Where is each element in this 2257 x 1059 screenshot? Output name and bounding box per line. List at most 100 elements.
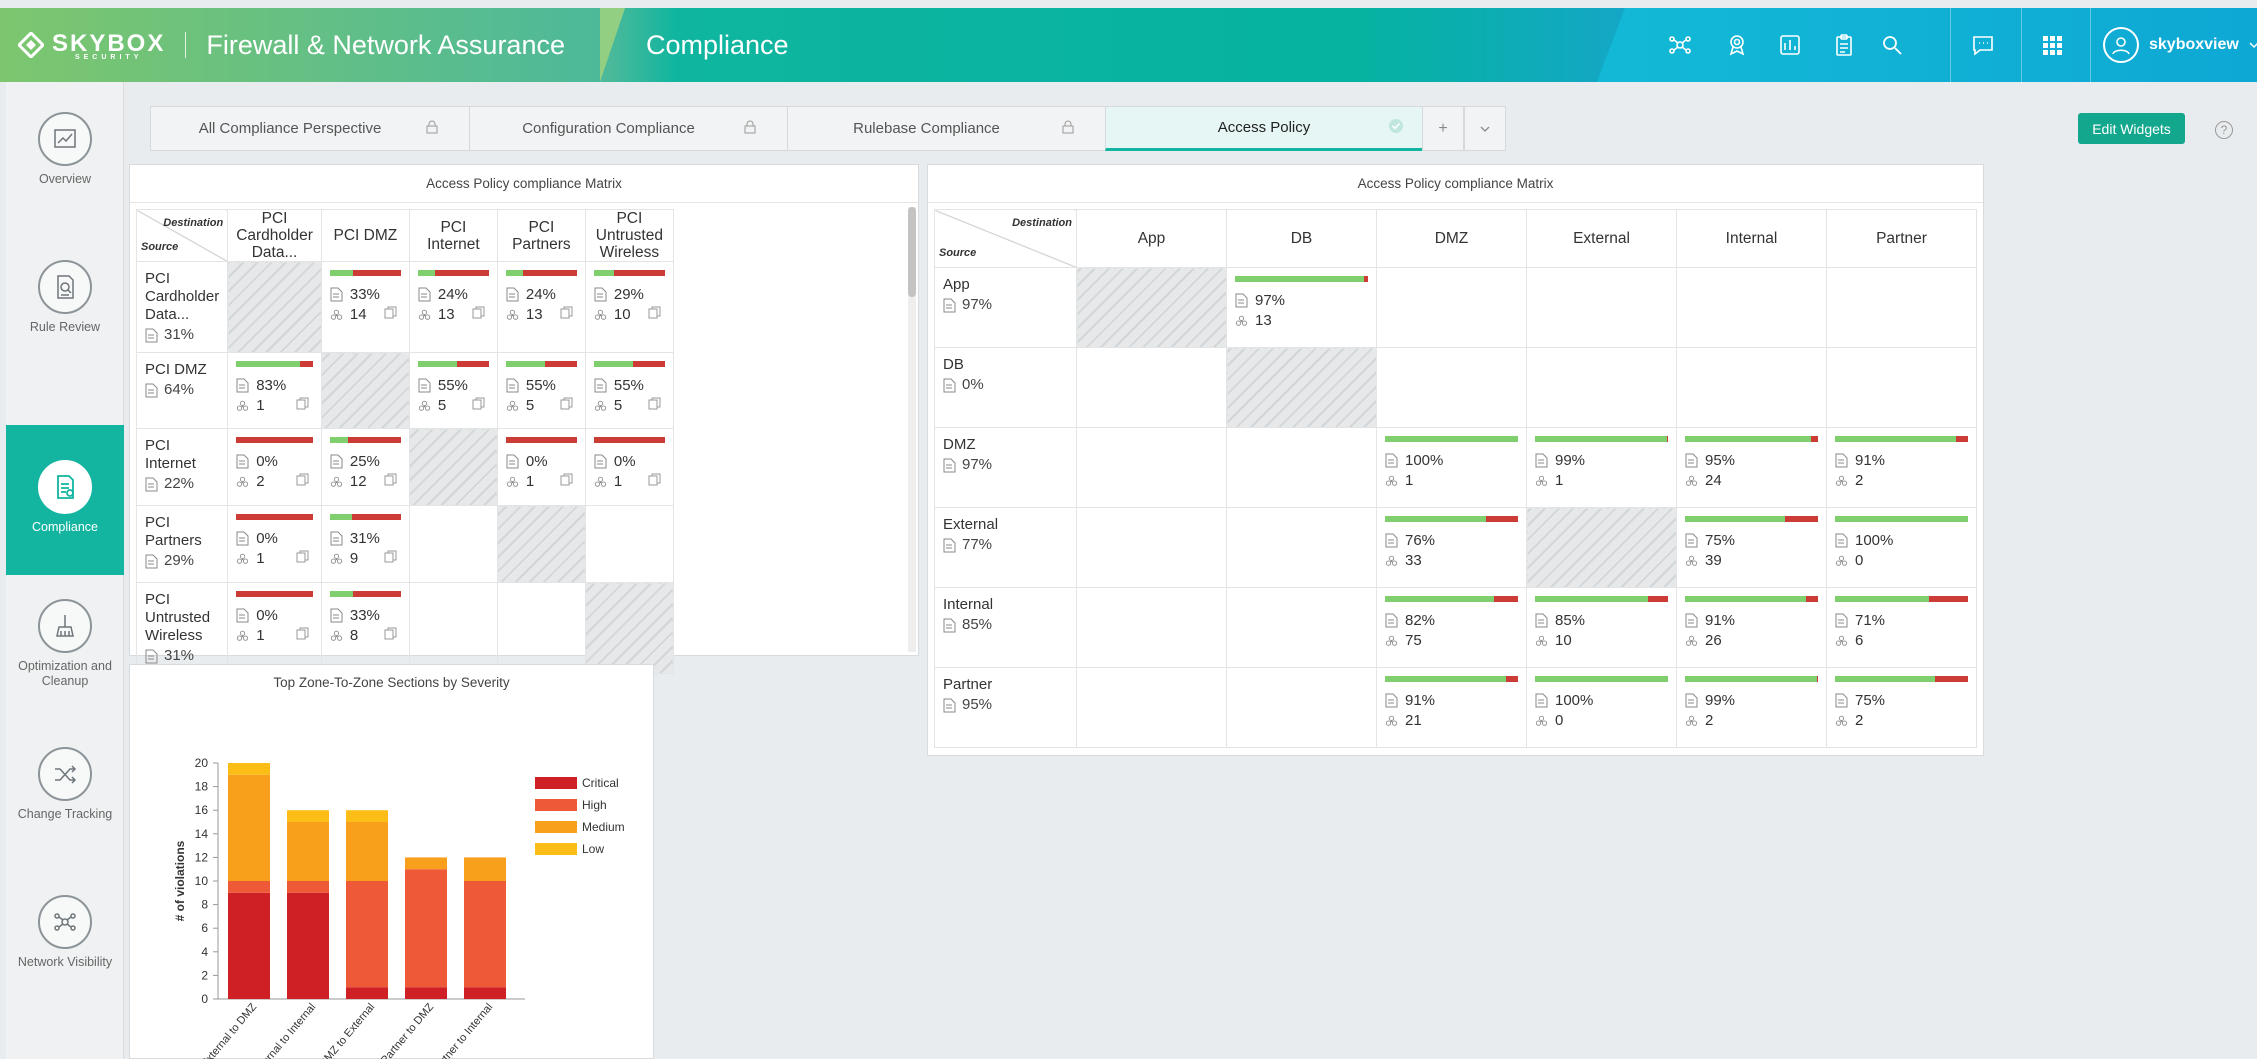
copy-icon[interactable]: [560, 473, 573, 486]
matrix-column-header[interactable]: PCI Cardholder Data...: [227, 209, 322, 262]
matrix-cell[interactable]: 0% 1: [227, 505, 322, 583]
matrix-column-header[interactable]: PCI Untrusted Wireless: [584, 209, 674, 262]
matrix-column-header[interactable]: App: [1076, 209, 1227, 268]
cell-violations: 1: [1405, 471, 1414, 489]
copy-icon[interactable]: [648, 397, 661, 410]
copy-icon[interactable]: [296, 550, 309, 563]
matrix-cell[interactable]: 0% 1: [227, 582, 322, 674]
matrix-row-header[interactable]: App 97%: [934, 267, 1077, 348]
matrix-cell[interactable]: 85% 10: [1526, 587, 1677, 668]
skybox-logo[interactable]: SKYBOX SECURITY: [18, 30, 165, 61]
matrix-cell[interactable]: 55% 5: [496, 352, 586, 429]
copy-icon[interactable]: [560, 397, 573, 410]
matrix-row-header[interactable]: Internal 85%: [934, 587, 1077, 668]
matrix-cell[interactable]: 82% 75: [1376, 587, 1527, 668]
copy-icon[interactable]: [384, 306, 397, 319]
copy-icon[interactable]: [296, 627, 309, 640]
matrix-cell[interactable]: 33% 8: [320, 582, 410, 674]
matrix-cell[interactable]: 99% 2: [1676, 667, 1827, 748]
tab-access-policy[interactable]: Access Policy: [1105, 106, 1422, 151]
matrix-cell[interactable]: 31% 9: [320, 505, 410, 583]
matrix-cell[interactable]: 0% 2: [227, 428, 322, 506]
matrix-cell[interactable]: 99% 1: [1526, 427, 1677, 508]
matrix-cell[interactable]: 91% 2: [1826, 427, 1977, 508]
matrix-row-header[interactable]: PCI Untrusted Wireless 31%: [135, 582, 229, 674]
sidebar-item-network-visibility[interactable]: Network Visibility: [6, 895, 124, 1045]
copy-icon[interactable]: [384, 473, 397, 486]
document-icon: [506, 378, 519, 392]
matrix-cell[interactable]: 97% 13: [1226, 267, 1377, 348]
matrix-row-header[interactable]: Partner 95%: [934, 667, 1077, 748]
matrix-cell[interactable]: 29% 10: [584, 261, 674, 353]
matrix-cell[interactable]: 0% 1: [496, 428, 586, 506]
sidebar-item-rule-review[interactable]: Rule Review: [6, 260, 124, 400]
matrix-column-header[interactable]: PCI Partners: [496, 209, 586, 262]
sidebar-item-optimization[interactable]: Optimization and Cleanup: [6, 599, 124, 749]
matrix-row: PCI Internet 22% 0% 2 25% 12 0% 1 0% 1: [135, 428, 674, 506]
badge-icon[interactable]: [1722, 30, 1752, 60]
copy-icon[interactable]: [384, 550, 397, 563]
edit-widgets-button[interactable]: Edit Widgets: [2078, 113, 2185, 144]
document-icon: [1535, 613, 1548, 627]
copy-icon[interactable]: [560, 306, 573, 319]
help-icon[interactable]: ?: [2215, 121, 2233, 139]
matrix-cell[interactable]: 100% 1: [1376, 427, 1527, 508]
matrix-cell[interactable]: 75% 39: [1676, 507, 1827, 588]
matrix-row-header[interactable]: DMZ 97%: [934, 427, 1077, 508]
matrix-cell[interactable]: 91% 26: [1676, 587, 1827, 668]
matrix-cell[interactable]: 33% 14: [320, 261, 410, 353]
matrix-column-header[interactable]: PCI DMZ: [320, 209, 410, 262]
sidebar-item-change-tracking[interactable]: Change Tracking: [6, 747, 124, 897]
matrix-cell[interactable]: 0% 1: [584, 428, 674, 506]
chat-icon[interactable]: [1968, 30, 1998, 60]
matrix-cell[interactable]: 75% 2: [1826, 667, 1977, 748]
matrix-cell[interactable]: 24% 13: [408, 261, 498, 353]
matrix-cell[interactable]: 95% 24: [1676, 427, 1827, 508]
network-icon[interactable]: [1665, 30, 1695, 60]
matrix-cell[interactable]: 24% 13: [496, 261, 586, 353]
matrix-cell[interactable]: 55% 5: [408, 352, 498, 429]
matrix-column-header[interactable]: Partner: [1826, 209, 1977, 268]
matrix-column-header[interactable]: DB: [1226, 209, 1377, 268]
matrix-column-header[interactable]: DMZ: [1376, 209, 1527, 268]
sidebar-item-overview[interactable]: Overview: [6, 112, 124, 252]
matrix-row-header[interactable]: DB 0%: [934, 347, 1077, 428]
matrix-column-header[interactable]: External: [1526, 209, 1677, 268]
scrollbar-thumb[interactable]: [908, 207, 916, 297]
row-compliance: 29%: [145, 552, 219, 570]
copy-icon[interactable]: [296, 473, 309, 486]
matrix-cell[interactable]: 91% 21: [1376, 667, 1527, 748]
clipboard-icon[interactable]: [1829, 30, 1859, 60]
sidebar-item-compliance[interactable]: Compliance: [6, 425, 124, 575]
matrix-cell[interactable]: 25% 12: [320, 428, 410, 506]
add-tab-button[interactable]: +: [1422, 106, 1464, 151]
matrix-column-header[interactable]: Internal: [1676, 209, 1827, 268]
matrix-cell[interactable]: 76% 33: [1376, 507, 1527, 588]
copy-icon[interactable]: [472, 306, 485, 319]
matrix-cell[interactable]: 71% 6: [1826, 587, 1977, 668]
matrix-cell[interactable]: 100% 0: [1526, 667, 1677, 748]
matrix-row-header[interactable]: External 77%: [934, 507, 1077, 588]
copy-icon[interactable]: [472, 397, 485, 410]
tab-rulebase-compliance[interactable]: Rulebase Compliance: [787, 106, 1105, 151]
matrix-cell[interactable]: 55% 5: [584, 352, 674, 429]
matrix-row-header[interactable]: PCI Partners 29%: [135, 505, 229, 583]
dashboard-icon[interactable]: [1775, 30, 1805, 60]
tab-all-compliance[interactable]: All Compliance Perspective: [150, 106, 469, 151]
grid-icon[interactable]: [2037, 30, 2067, 60]
matrix-row-header[interactable]: PCI Internet 22%: [135, 428, 229, 506]
matrix-column-header[interactable]: PCI Internet: [408, 209, 498, 262]
matrix-cell[interactable]: 83% 1: [227, 352, 322, 429]
copy-icon[interactable]: [648, 306, 661, 319]
tabs-dropdown-button[interactable]: [1464, 106, 1506, 151]
scrollbar[interactable]: [908, 207, 916, 652]
copy-icon[interactable]: [384, 627, 397, 640]
matrix-row-header[interactable]: PCI Cardholder Data... 31%: [135, 261, 229, 353]
copy-icon[interactable]: [648, 473, 661, 486]
copy-icon[interactable]: [296, 397, 309, 410]
search-icon[interactable]: [1877, 30, 1907, 60]
matrix-row-header[interactable]: PCI DMZ 64%: [135, 352, 229, 429]
tab-configuration-compliance[interactable]: Configuration Compliance: [469, 106, 787, 151]
user-menu[interactable]: skyboxview: [2103, 26, 2257, 64]
matrix-cell[interactable]: 100% 0: [1826, 507, 1977, 588]
